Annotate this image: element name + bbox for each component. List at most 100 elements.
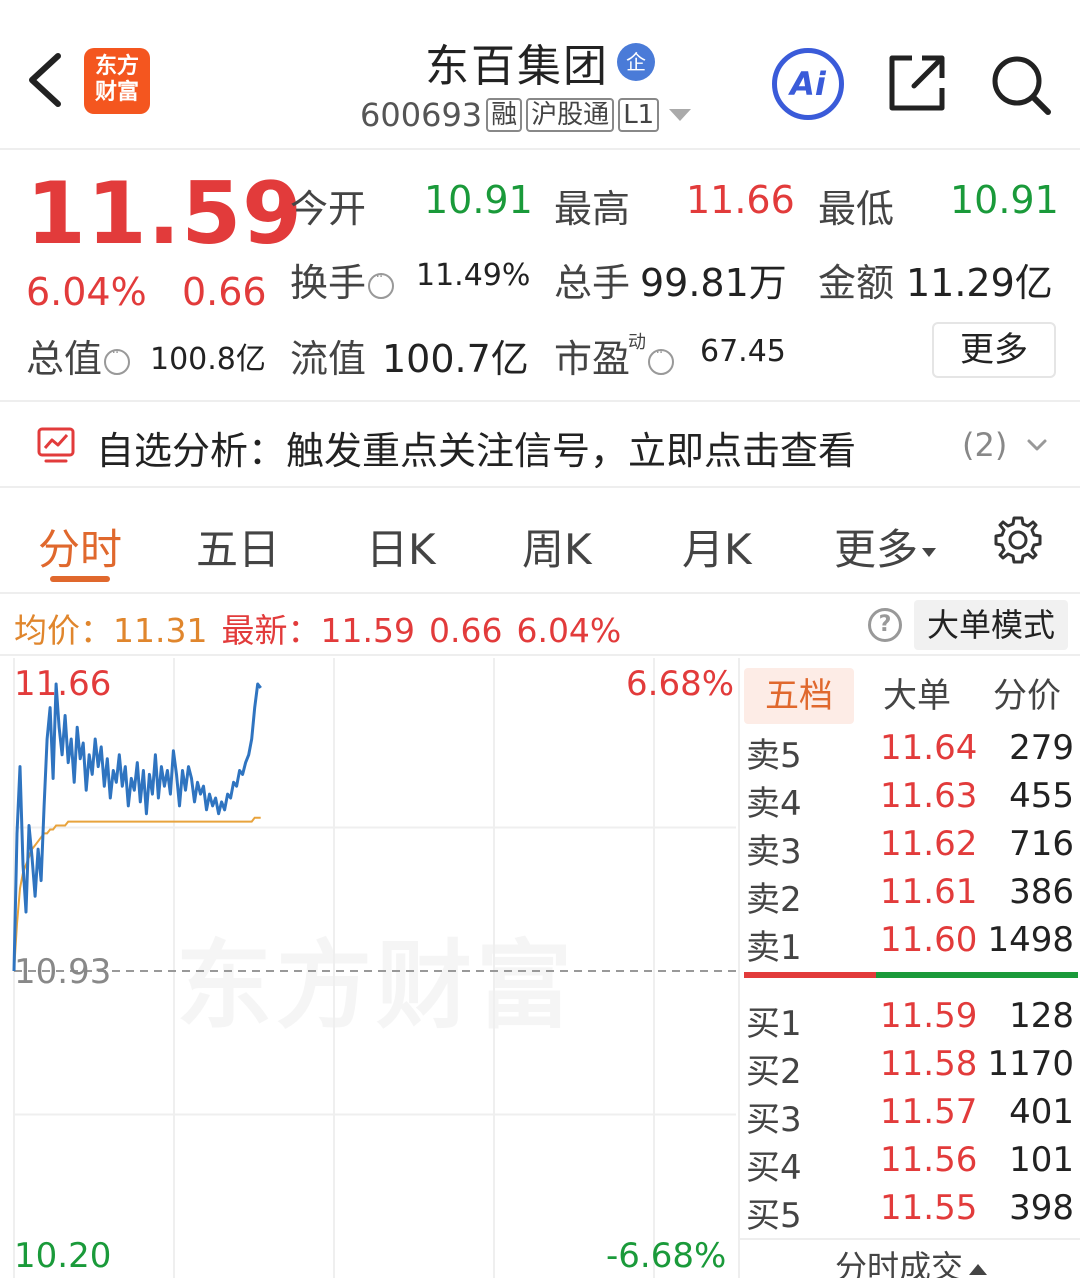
turnover-label-text: 换手: [290, 261, 367, 305]
bid-ask-ratio-bar: [744, 972, 1078, 978]
bid-volume: 398: [1009, 1188, 1074, 1228]
ask-volume: 279: [1009, 728, 1074, 768]
enterprise-badge-icon: 企: [617, 43, 655, 81]
ask-price: 11.62: [880, 824, 978, 864]
tag-margin: 融: [486, 98, 523, 132]
change-percent: 6.04%: [26, 270, 147, 314]
ask-row-4[interactable]: 卖4 11.63 455: [740, 776, 1080, 824]
ask-label: 卖5: [746, 736, 802, 776]
search-icon[interactable]: [988, 52, 1054, 118]
turnover-value: 11.49%: [416, 258, 531, 293]
stock-code: 600693: [360, 96, 483, 134]
intraday-chart[interactable]: 东方财富 11.66 10.93 10.20 6.68% -6.68%: [0, 658, 738, 1278]
ask-price: 11.61: [880, 872, 978, 912]
open-label: 今开: [290, 187, 367, 231]
y-axis-top-label: 11.66: [14, 664, 112, 704]
ask-label: 卖2: [746, 880, 802, 920]
tab-more[interactable]: 更多: [834, 516, 937, 577]
bid-volume: 401: [1009, 1092, 1074, 1132]
bid-row-5[interactable]: 买5 11.55 398: [740, 1188, 1080, 1236]
bid-label: 买1: [746, 1004, 802, 1044]
analysis-banner[interactable]: 自选分析：触发重点关注信号，立即点击查看 (2): [0, 400, 1080, 488]
pe-value: 67.45: [700, 334, 786, 369]
avg-price-line: [13, 816, 261, 972]
help-icon[interactable]: ?: [868, 608, 902, 642]
bid-label: 买2: [746, 1052, 802, 1092]
header: 东方 财富 东百集团企 600693 融沪股通 L1 Ai: [0, 0, 1080, 150]
analysis-count: (2): [962, 426, 1008, 464]
bid-volume: 101: [1009, 1140, 1074, 1180]
ask-row-3[interactable]: 卖3 11.62 716: [740, 824, 1080, 872]
ratio-green: [876, 972, 1078, 978]
logo-line-2: 财富: [94, 80, 139, 105]
amount-value: 11.29亿: [906, 261, 1053, 305]
ai-button[interactable]: Ai: [772, 48, 844, 120]
pe-info-icon[interactable]: [648, 345, 675, 375]
turnover-info-icon[interactable]: [368, 269, 395, 299]
stock-title-wrap[interactable]: 东百集团企: [300, 30, 780, 94]
latest-change: 0.66: [428, 611, 503, 650]
chart-trend-icon: [37, 427, 75, 463]
bid-volume: 128: [1009, 996, 1074, 1036]
tag-hk-connect: 沪股通: [526, 98, 615, 132]
quote-panel: 11.59 6.04% 0.66 今开 10.91 最高 11.66 最低 10…: [0, 152, 1080, 398]
bid-price: 11.56: [880, 1140, 978, 1180]
turnover-label[interactable]: 换手: [290, 252, 395, 307]
bid-price: 11.55: [880, 1188, 978, 1228]
pct-axis-bottom-label: -6.68%: [606, 1236, 727, 1276]
ask-row-5[interactable]: 卖5 11.64 279: [740, 728, 1080, 776]
bid-label: 买5: [746, 1196, 802, 1236]
float-value: 100.7亿: [382, 337, 529, 381]
tab-daily-k[interactable]: 日K: [366, 516, 436, 577]
mktcap-label[interactable]: 总值: [26, 328, 131, 383]
book-tab-price-distribution[interactable]: 分价: [972, 668, 1080, 724]
intraday-summary: 均价：11.31 最新：11.59 0.66 6.04%: [14, 604, 635, 652]
bid-label: 买3: [746, 1100, 802, 1140]
mktcap-value: 100.8亿: [150, 342, 266, 377]
more-quote-button[interactable]: 更多: [932, 322, 1056, 378]
bid-price: 11.58: [880, 1044, 978, 1084]
bid-row-2[interactable]: 买2 11.58 1170: [740, 1044, 1080, 1092]
ask-row-2[interactable]: 卖2 11.61 386: [740, 872, 1080, 920]
logo-line-1: 东方: [94, 54, 139, 79]
big-order-mode-button[interactable]: 大单模式: [914, 600, 1068, 650]
bid-row-1[interactable]: 买1 11.59 128: [740, 996, 1080, 1044]
volume-value: 99.81万: [640, 261, 787, 305]
low-value: 10.91: [950, 178, 1059, 222]
ask-volume: 716: [1009, 824, 1074, 864]
bid-row-4[interactable]: 买4 11.56 101: [740, 1140, 1080, 1188]
tab-active-underline: [50, 576, 110, 582]
analysis-text: 自选分析：触发重点关注信号，立即点击查看: [96, 429, 857, 473]
mktcap-info-icon[interactable]: [104, 345, 131, 375]
tag-level: L1: [618, 98, 660, 132]
tab-five-day[interactable]: 五日: [196, 516, 280, 577]
y-axis-mid-label: 10.93: [14, 952, 112, 992]
amount-label: 金额: [818, 261, 895, 305]
bid-price: 11.59: [880, 996, 978, 1036]
caret-down-icon: [922, 548, 937, 557]
tab-intraday[interactable]: 分时: [38, 516, 122, 577]
stock-subtitle[interactable]: 600693 融沪股通 L1: [360, 94, 760, 134]
bid-volume: 1170: [987, 1044, 1074, 1084]
share-icon[interactable]: [886, 52, 948, 114]
tab-weekly-k[interactable]: 周K: [522, 516, 592, 577]
chevron-down-icon[interactable]: [1026, 434, 1048, 456]
tab-monthly-k[interactable]: 月K: [682, 516, 752, 577]
book-tab-five-levels[interactable]: 五档: [744, 668, 854, 724]
back-arrow-icon[interactable]: [22, 50, 72, 110]
pe-dynamic-sup: 动: [628, 332, 647, 353]
pe-label-text: 市盈: [554, 337, 631, 381]
ask-price: 11.64: [880, 728, 978, 768]
intraday-trades-toggle[interactable]: 分时成交: [740, 1238, 1080, 1278]
chart-grid: [13, 658, 736, 1278]
gear-icon[interactable]: [992, 514, 1044, 566]
bid-row-3[interactable]: 买3 11.57 401: [740, 1092, 1080, 1140]
book-tab-big-orders[interactable]: 大单: [862, 668, 972, 724]
stock-name: 东百集团: [425, 41, 609, 92]
open-value: 10.91: [424, 178, 533, 222]
ask-row-1[interactable]: 卖1 11.60 1498: [740, 920, 1080, 968]
pe-label[interactable]: 市盈动: [554, 328, 675, 383]
bid-price: 11.57: [880, 1092, 978, 1132]
order-book: 五档 大单 分价 卖5 11.64 279 卖4 11.63 455 卖3 11.62 71…: [738, 658, 1080, 1278]
current-price: 11.59: [26, 164, 304, 264]
